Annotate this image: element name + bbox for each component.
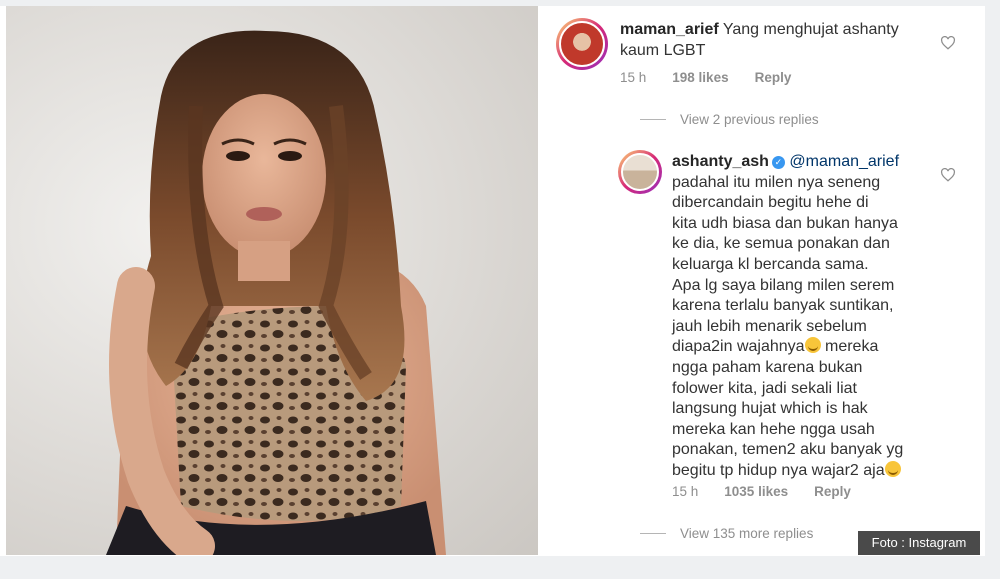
comment-1-likes[interactable]: 198 likes bbox=[672, 70, 728, 85]
comment-1-reply-button[interactable]: Reply bbox=[755, 70, 792, 85]
comment-2-line: dibercandain begitu hehe di bbox=[672, 194, 869, 212]
comments-panel: maman_arief Yang menghujat ashanty kaum … bbox=[540, 6, 985, 555]
grinning-emoji-icon bbox=[884, 460, 901, 477]
comment-2-time: 15 h bbox=[672, 484, 699, 499]
comment-1-text-line1: Yang menghujat ashanty bbox=[722, 21, 899, 38]
comment-2-line: keluarga kl bercanda sama. bbox=[672, 255, 869, 273]
comment-1-time: 15 h bbox=[620, 70, 647, 85]
comment-2-line: mereka bbox=[825, 338, 879, 356]
comment-2-mention[interactable]: @maman_arief bbox=[789, 153, 899, 170]
comment-2-line: ponakan, temen2 aku banyak yg bbox=[672, 441, 904, 459]
view-more-replies[interactable]: View 135 more replies bbox=[640, 526, 813, 541]
view-previous-replies-label[interactable]: View 2 previous replies bbox=[680, 112, 819, 127]
comment-2-line: Apa lg saya bilang milen serem bbox=[672, 276, 895, 294]
comment-2-line: diapa2in wajahnya bbox=[672, 338, 805, 356]
photo-credit: Foto : Instagram bbox=[858, 531, 980, 555]
comment-2-line: folower kita, jadi sekali liat bbox=[672, 379, 857, 397]
comment-1-body: maman_arief Yang menghujat ashanty kaum … bbox=[620, 20, 940, 61]
view-previous-replies[interactable]: View 2 previous replies bbox=[640, 112, 819, 127]
comment-2-line: ke dia, ke semua ponakan dan bbox=[672, 235, 890, 253]
comment-2-line: ngga paham karena bukan bbox=[672, 358, 863, 376]
avatar-ashanty-ash[interactable] bbox=[618, 150, 662, 194]
comment-1-text-line2: kaum LGBT bbox=[620, 41, 706, 59]
post-photo bbox=[6, 6, 538, 555]
divider-dash bbox=[640, 119, 666, 120]
comment-2-line: karena terlalu banyak suntikan, bbox=[672, 297, 894, 315]
heart-icon[interactable] bbox=[940, 168, 956, 182]
comment-2-line: jauh lebih menarik sebelum bbox=[672, 317, 867, 335]
comment-2-meta: 15 h 1035 likes Reply bbox=[672, 484, 851, 499]
comment-2-likes[interactable]: 1035 likes bbox=[724, 484, 788, 499]
comment-2-line: kita udh biasa dan bukan hanya bbox=[672, 214, 898, 232]
comment-2-body: ashanty_ash ✓ @maman_arief padahal itu mi… bbox=[672, 152, 934, 482]
comment-2-line: padahal itu milen nya seneng bbox=[672, 173, 881, 191]
verified-badge-icon: ✓ bbox=[771, 156, 785, 169]
comment-2-line: begitu tp hidup nya wajar2 aja bbox=[672, 461, 885, 479]
bottom-strip bbox=[0, 556, 1000, 579]
comment-2-username[interactable]: ashanty_ash bbox=[672, 153, 769, 170]
comment-1-meta: 15 h 198 likes Reply bbox=[620, 70, 791, 85]
divider-dash bbox=[640, 533, 666, 534]
avatar-maman-arief[interactable] bbox=[556, 18, 608, 70]
comment-2-reply-button[interactable]: Reply bbox=[814, 484, 851, 499]
grinning-emoji-icon bbox=[804, 337, 821, 354]
heart-icon[interactable] bbox=[940, 36, 956, 50]
comment-2-line: mereka kan hehe ngga usah bbox=[672, 420, 875, 438]
view-more-replies-label[interactable]: View 135 more replies bbox=[680, 526, 813, 541]
comment-2-line: langsung hujat which is hak bbox=[672, 400, 868, 418]
comment-1-username[interactable]: maman_arief bbox=[620, 21, 719, 38]
